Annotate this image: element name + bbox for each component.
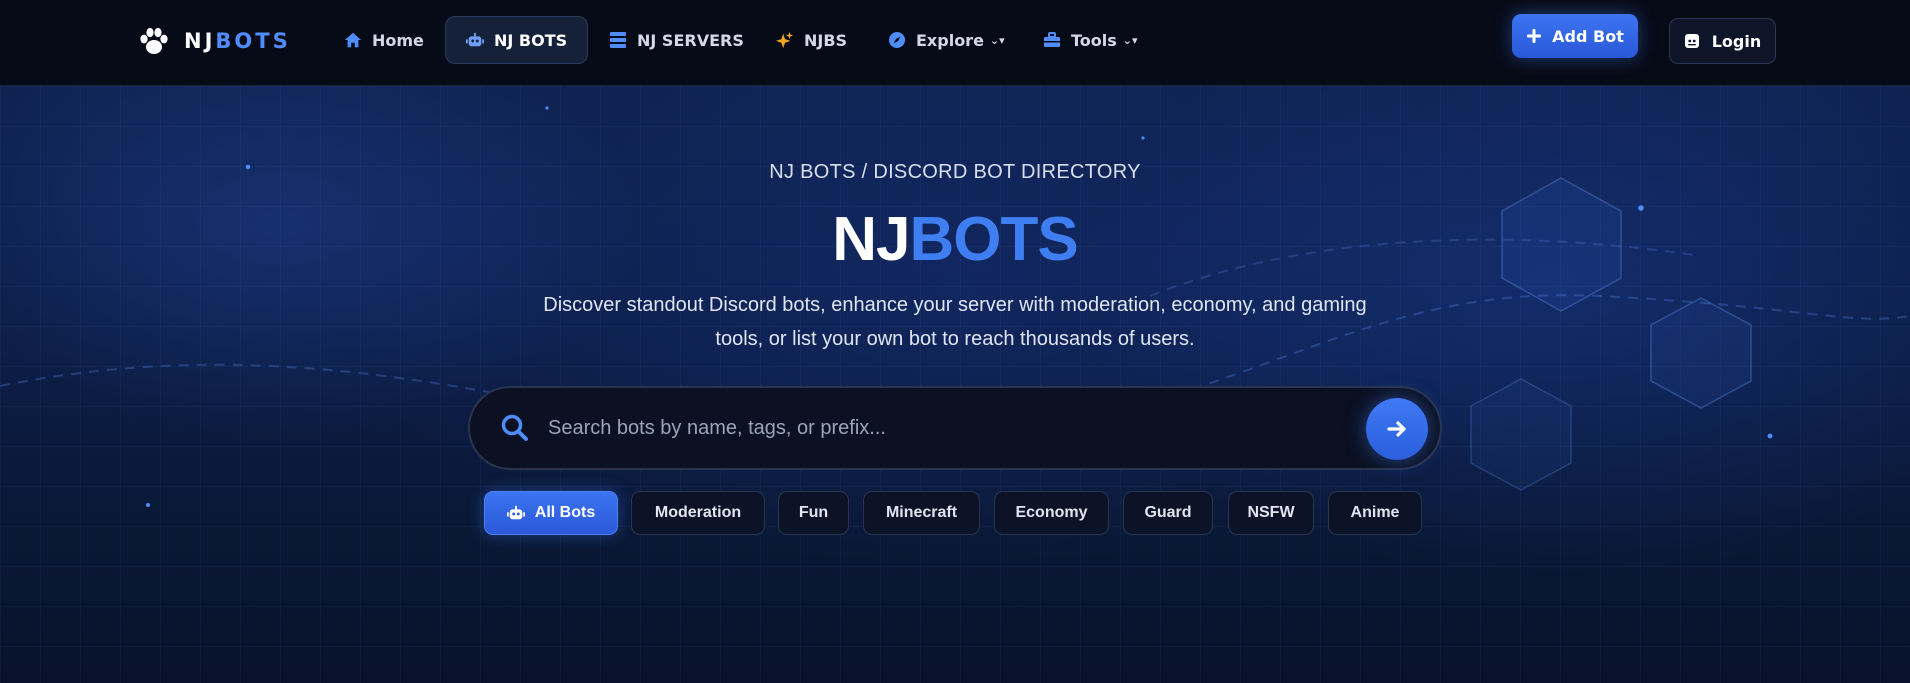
hero-section: NJ BOTS / DISCORD BOT DIRECTORY NJBOTS D… [0, 86, 1910, 683]
toolbox-icon [1044, 32, 1060, 47]
brand-name: NJBOTS [184, 29, 291, 53]
home-icon [344, 32, 362, 48]
category-chip-label: Minecraft [885, 504, 958, 521]
nav-tools-dropdown[interactable]: Tools ⌄▾ [1043, 16, 1138, 64]
add-bot-label: Add Bot [1552, 26, 1624, 46]
server-icon [610, 32, 626, 48]
category-chip-label: Guard [1144, 504, 1192, 521]
nav-njbs-label: NJBS [804, 30, 848, 50]
category-chip-label: Anime [1350, 504, 1400, 521]
login-button[interactable]: Login [1669, 18, 1776, 64]
category-chip-economy[interactable]: Economy [994, 491, 1109, 535]
nav-njbs[interactable]: NJBS [776, 16, 847, 64]
category-chip-all-bots[interactable]: All Bots [484, 491, 618, 535]
sparkles-icon [776, 31, 794, 49]
category-chip-label: All Bots [534, 504, 596, 521]
search-input[interactable] [548, 416, 1440, 440]
compass-icon [889, 32, 905, 48]
nav-home-label: Home [372, 30, 424, 50]
nav-nj-bots-label: NJ BOTS [494, 30, 568, 50]
search-icon [501, 414, 528, 441]
chevron-down-icon: ⌄▾ [1122, 33, 1138, 47]
category-chip-fun[interactable]: Fun [778, 491, 849, 535]
hero-title: NJBOTS [832, 205, 1079, 274]
nav-home[interactable]: Home [344, 16, 424, 64]
category-chip-nsfw[interactable]: NSFW [1228, 491, 1314, 535]
add-bot-button[interactable]: Add Bot [1512, 14, 1638, 58]
category-chip-label: Fun [798, 504, 829, 521]
category-chip-moderation[interactable]: Moderation [631, 491, 765, 535]
plus-icon [1527, 29, 1542, 43]
arrow-right-icon [1387, 421, 1406, 437]
chevron-down-icon: ⌄▾ [989, 33, 1005, 47]
paw-icon [140, 27, 168, 54]
search-submit-button[interactable] [1366, 398, 1428, 460]
category-chip-label: NSFW [1247, 504, 1295, 521]
category-filters: All Bots Moderation Fun Minecraft Econom… [0, 491, 1910, 535]
nav-nj-servers[interactable]: NJ SERVERS [609, 16, 744, 64]
category-chip-guard[interactable]: Guard [1123, 491, 1213, 535]
search-bar [468, 386, 1442, 470]
top-navbar: NJBOTS Home NJ BOTS NJ SERVERS NJBS Expl… [0, 0, 1910, 86]
category-chip-minecraft[interactable]: Minecraft [863, 491, 980, 535]
nav-explore-dropdown[interactable]: Explore ⌄▾ [888, 16, 1005, 64]
robot-icon [466, 32, 484, 47]
nav-explore-label: Explore [916, 30, 984, 50]
login-label: Login [1711, 31, 1762, 51]
robot-icon [506, 505, 525, 520]
nav-nj-bots[interactable]: NJ BOTS [445, 16, 589, 64]
category-chip-label: Moderation [654, 504, 742, 521]
category-chip-label: Economy [1015, 504, 1088, 521]
nav-tools-label: Tools [1071, 30, 1117, 50]
brand-logo-link[interactable]: NJBOTS [138, 24, 291, 58]
category-chip-anime[interactable]: Anime [1328, 491, 1422, 535]
hero-description: Discover standout Discord bots, enhance … [543, 294, 1367, 350]
nav-nj-servers-label: NJ SERVERS [637, 30, 744, 50]
hero-kicker: NJ BOTS / DISCORD BOT DIRECTORY [769, 161, 1141, 183]
discord-icon [1684, 34, 1699, 48]
